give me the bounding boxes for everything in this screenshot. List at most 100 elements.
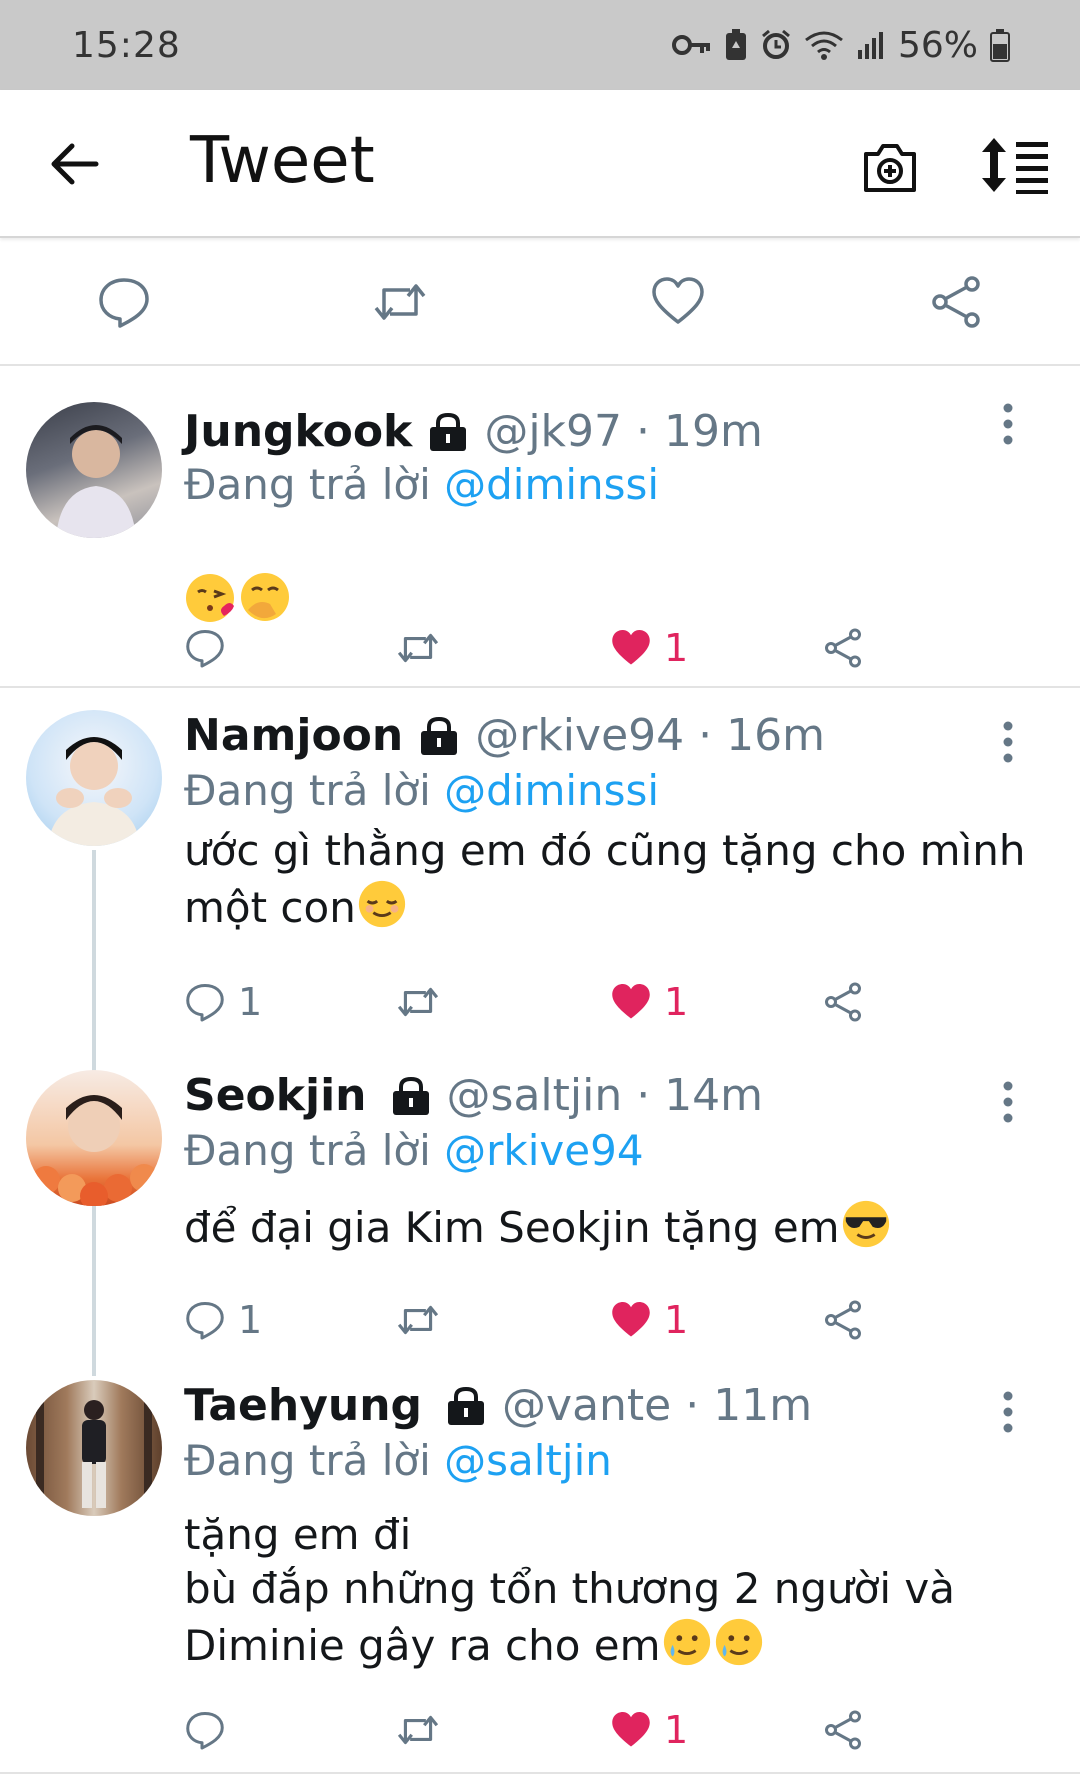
tweet-item[interactable]: Jungkook @jk97 · 19m Đang trả lời @dimin… xyxy=(0,366,1080,686)
more-options-icon[interactable] xyxy=(998,1080,1018,1126)
liked-heart-icon[interactable] xyxy=(610,1709,652,1751)
lock-icon xyxy=(448,1386,485,1425)
divider xyxy=(0,1772,1080,1774)
sunglasses-emoji xyxy=(842,1200,889,1248)
smiling-tear-emoji xyxy=(663,1618,710,1666)
like-count: 1 xyxy=(664,1298,689,1342)
share-action[interactable] xyxy=(822,974,864,1030)
mention-link[interactable]: @diminssi xyxy=(444,460,659,509)
reply-action[interactable]: 1 xyxy=(184,1292,262,1348)
handle: @vante xyxy=(502,1380,672,1431)
retweet-icon[interactable] xyxy=(396,1708,440,1752)
avatar-image xyxy=(32,1095,158,1206)
signal-icon xyxy=(857,32,883,59)
share-icon[interactable] xyxy=(822,981,864,1023)
kiss-emoji xyxy=(186,574,234,622)
reply-icon[interactable] xyxy=(96,274,152,330)
like-action[interactable]: 1 xyxy=(610,620,688,676)
mention-link[interactable]: @saltjin xyxy=(444,1436,612,1485)
lock-icon xyxy=(421,716,458,755)
tweet-text xyxy=(184,516,1044,629)
share-action[interactable] xyxy=(822,620,864,676)
share-action[interactable] xyxy=(822,1702,864,1758)
replying-to: Đang trả lời @diminssi xyxy=(184,766,660,815)
like-action[interactable]: 1 xyxy=(610,1702,688,1758)
reply-icon[interactable] xyxy=(184,1299,226,1341)
replying-to: Đang trả lời @diminssi xyxy=(184,460,660,509)
display-name[interactable]: Seokjin xyxy=(184,1070,367,1121)
liked-heart-icon[interactable] xyxy=(610,981,652,1023)
like-icon[interactable] xyxy=(650,274,706,330)
liked-heart-icon[interactable] xyxy=(610,1299,652,1341)
reply-count: 1 xyxy=(238,980,263,1024)
tweet-header: Namjoon @rkive94 · 16m xyxy=(184,710,825,761)
like-action[interactable]: 1 xyxy=(610,974,688,1030)
tweet-text: tặng em đi bù đắp những tổn thương 2 ngư… xyxy=(184,1510,955,1670)
tweet-item[interactable]: Taehyung @vante · 11m Đang trả lời @salt… xyxy=(0,1358,1080,1779)
display-name[interactable]: Jungkook xyxy=(184,406,412,457)
replying-to: Đang trả lời @rkive94 xyxy=(184,1126,644,1175)
status-time: 15:28 xyxy=(72,24,181,66)
share-icon[interactable] xyxy=(822,627,864,669)
share-icon[interactable] xyxy=(822,1299,864,1341)
retweet-action[interactable] xyxy=(396,974,440,1030)
liked-heart-icon[interactable] xyxy=(610,627,652,669)
avatar-image xyxy=(36,1380,152,1516)
tweet-header: Taehyung @vante · 11m xyxy=(184,1380,813,1431)
hand-over-mouth-emoji xyxy=(241,573,289,621)
lock-icon xyxy=(392,1076,429,1115)
mention-link[interactable]: @rkive94 xyxy=(444,1126,643,1175)
more-options-icon[interactable] xyxy=(998,1390,1018,1436)
retweet-action[interactable] xyxy=(396,1702,440,1758)
like-count: 1 xyxy=(664,980,689,1024)
reply-icon[interactable] xyxy=(184,627,226,669)
share-icon[interactable] xyxy=(928,274,984,330)
avatar[interactable] xyxy=(26,1380,162,1516)
more-options-icon[interactable] xyxy=(998,402,1018,448)
reply-count: 1 xyxy=(238,1298,263,1342)
tweet-item[interactable]: Namjoon @rkive94 · 16m Đang trả lời @dim… xyxy=(0,688,1080,1048)
status-icons: 56% xyxy=(671,24,1010,66)
tweet-item[interactable]: Seokjin @saltjin · 14m Đang trả lời @rki… xyxy=(0,1048,1080,1358)
reply-icon[interactable] xyxy=(184,1709,226,1751)
like-count: 1 xyxy=(664,1708,689,1752)
reply-action[interactable]: 1 xyxy=(184,974,262,1030)
tweet-actions: 1 1 xyxy=(184,974,884,1030)
retweet-icon[interactable] xyxy=(396,980,440,1024)
avatar[interactable] xyxy=(26,710,162,846)
retweet-action[interactable] xyxy=(396,620,440,676)
lock-icon xyxy=(430,412,467,451)
avatar-image xyxy=(48,737,140,846)
handle: @jk97 xyxy=(484,406,623,457)
reply-icon[interactable] xyxy=(184,981,226,1023)
page-title: Tweet xyxy=(190,124,375,198)
more-options-icon[interactable] xyxy=(998,720,1018,766)
wifi-icon xyxy=(805,31,843,60)
relieved-emoji xyxy=(358,880,405,928)
reply-action[interactable] xyxy=(184,620,238,676)
display-name[interactable]: Namjoon xyxy=(184,710,403,761)
tweet-text: để đại gia Kim Seokjin tặng em xyxy=(184,1198,1044,1255)
avatar[interactable] xyxy=(26,402,162,538)
retweet-icon[interactable] xyxy=(396,626,440,670)
back-arrow-icon[interactable] xyxy=(46,136,102,192)
camera-icon[interactable] xyxy=(860,140,920,194)
mention-link[interactable]: @diminssi xyxy=(444,766,659,815)
like-action[interactable]: 1 xyxy=(610,1292,688,1348)
replying-to: Đang trả lời @saltjin xyxy=(184,1436,612,1485)
share-action[interactable] xyxy=(822,1292,864,1348)
timestamp: 11m xyxy=(713,1380,813,1431)
battery-percent: 56% xyxy=(897,24,978,66)
status-bar: 15:28 56% xyxy=(0,0,1080,90)
sort-icon[interactable] xyxy=(982,136,1050,194)
retweet-icon[interactable] xyxy=(396,1298,440,1342)
avatar[interactable] xyxy=(26,1070,162,1206)
retweet-action[interactable] xyxy=(396,1292,440,1348)
share-icon[interactable] xyxy=(822,1709,864,1751)
timestamp: 16m xyxy=(726,710,825,761)
avatar-image xyxy=(56,425,136,538)
reply-action[interactable] xyxy=(184,1702,238,1758)
retweet-icon[interactable] xyxy=(372,274,428,330)
tweet-actions: 1 xyxy=(184,1702,884,1758)
display-name[interactable]: Taehyung xyxy=(184,1380,422,1431)
